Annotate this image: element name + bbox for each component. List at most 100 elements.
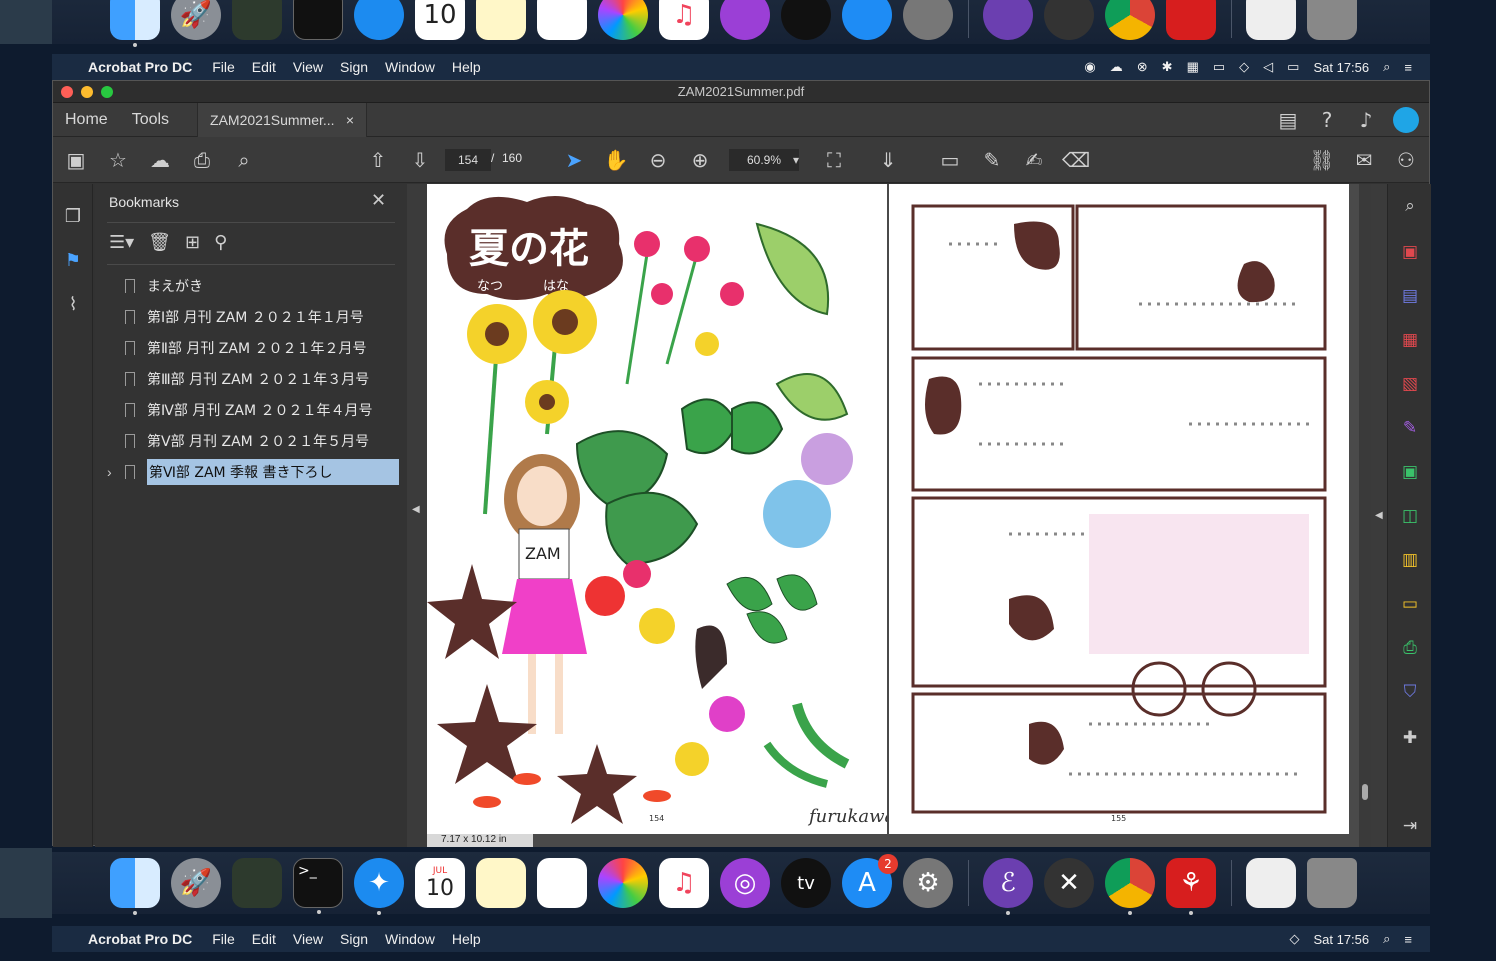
music-icon[interactable]: ♫ [659, 858, 709, 908]
menu-edit[interactable]: Edit [252, 931, 276, 947]
terminal-icon[interactable]: >_ [293, 858, 343, 914]
tab-document[interactable]: ZAM2021Summer... × [197, 102, 368, 137]
collapse-rail-icon[interactable]: ⇥ [1398, 814, 1422, 838]
bookmark-item[interactable]: 第Ⅴ部 月刊 ZAM ２０２１年５月号 [125, 429, 369, 453]
status-icon[interactable]: ☁ [1110, 59, 1123, 75]
menu-view[interactable]: View [293, 59, 323, 75]
chevron-left-icon[interactable]: ◀ [412, 504, 420, 515]
comment-tool-icon[interactable]: ▭ [1398, 592, 1422, 616]
volume-icon[interactable]: ◁ [1263, 59, 1273, 75]
comment-bubble-icon[interactable]: ▤ [1275, 107, 1301, 133]
next-page-icon[interactable]: ⇩ [407, 147, 433, 173]
menu-help[interactable]: Help [452, 59, 481, 75]
app-menu[interactable]: Acrobat Pro DC [88, 59, 192, 75]
reminders-icon[interactable] [537, 0, 587, 40]
options-menu-icon[interactable]: ☰▾ [109, 232, 134, 253]
wifi-icon[interactable]: ◇ [1239, 59, 1249, 75]
vertical-scrollbar[interactable] [1359, 184, 1371, 847]
page-fit-icon[interactable]: ⛶ [821, 147, 847, 173]
erase-icon[interactable]: ⌫ [1062, 147, 1090, 173]
photos-icon[interactable] [598, 858, 648, 908]
edit-pdf-icon[interactable]: ▣ [1398, 460, 1422, 484]
menu-file[interactable]: File [212, 59, 235, 75]
appletv-icon[interactable] [781, 0, 831, 40]
export-pdf-icon[interactable]: ▧ [1398, 372, 1422, 396]
print-production-icon[interactable]: ⎙ [1398, 636, 1422, 660]
emacs-icon[interactable]: ℰ [983, 858, 1033, 915]
cloud-upload-icon[interactable]: ☁ [147, 147, 173, 173]
chevron-left-icon[interactable]: ◀ [1375, 510, 1383, 521]
menu-window[interactable]: Window [385, 931, 435, 947]
menu-sign[interactable]: Sign [340, 931, 368, 947]
safari-icon[interactable] [354, 0, 404, 40]
safari-icon[interactable]: ✦ [354, 858, 404, 915]
notes-icon[interactable] [476, 0, 526, 40]
fill-sign-icon[interactable]: ✎ [1398, 416, 1422, 440]
status-icon[interactable]: ◉ [1084, 59, 1095, 75]
new-bookmark-icon[interactable]: ⊞ [185, 232, 200, 253]
music-icon[interactable]: ♫ [659, 0, 709, 40]
send-for-review-icon[interactable]: ▥ [1398, 548, 1422, 572]
more-tools-icon[interactable]: ✚ [1398, 726, 1422, 750]
bookmark-item[interactable]: 第Ⅱ部 月刊 ZAM ２０２１年２月号 [125, 336, 367, 360]
expand-chevron-icon[interactable]: › [107, 464, 112, 480]
launchpad-icon[interactable]: 🚀 [171, 0, 221, 40]
calendar-icon[interactable]: 10 [415, 0, 465, 40]
menu-help[interactable]: Help [452, 931, 481, 947]
trash-icon[interactable] [1307, 0, 1357, 40]
system-preferences-icon[interactable]: ⚙ [903, 858, 953, 908]
bookmark-item[interactable]: 第Ⅲ部 月刊 ZAM ２０２１年３月号 [125, 367, 369, 391]
trash-icon[interactable] [1307, 858, 1357, 908]
menu-sign[interactable]: Sign [340, 59, 368, 75]
appletv-icon[interactable]: tv [781, 858, 831, 908]
document-stack-icon[interactable] [1246, 858, 1296, 908]
scroll-mode-icon[interactable]: ⇓ [875, 147, 901, 173]
create-pdf-icon[interactable]: ▣ [1398, 240, 1422, 264]
podcasts-icon[interactable] [720, 0, 770, 40]
notification-center-icon[interactable]: ≡ [1404, 60, 1412, 75]
zoom-search-icon[interactable]: ⌕ [1398, 194, 1422, 218]
bookmark-item[interactable]: まえがき [125, 274, 203, 298]
battery-icon[interactable]: ▭ [1287, 59, 1299, 75]
menu-window[interactable]: Window [385, 59, 435, 75]
calendar-icon[interactable]: JUL 10 [415, 858, 465, 908]
menu-edit[interactable]: Edit [252, 59, 276, 75]
keyboard-icon[interactable]: ▦ [1187, 59, 1199, 75]
save-icon[interactable]: ▣ [63, 147, 89, 173]
bookmark-item[interactable]: 第Ⅳ部 月刊 ZAM ２０２１年４月号 [125, 398, 373, 422]
document-stack-icon[interactable] [1246, 0, 1296, 40]
email-icon[interactable]: ✉ [1351, 147, 1377, 173]
podcasts-icon[interactable]: ◎ [720, 858, 770, 908]
dock-stack-left[interactable] [0, 0, 52, 44]
highlight-pen-icon[interactable]: ✎ [979, 147, 1005, 173]
document-view[interactable]: 夏の花 なつ はな ZAM furukawa 154 155 7.17 x 10… [427, 184, 1359, 847]
notes-icon[interactable] [476, 858, 526, 908]
xquartz-icon[interactable] [1044, 0, 1094, 40]
zoom-in-icon[interactable]: ⊕ [687, 147, 713, 173]
dock-stack-left[interactable] [0, 848, 52, 918]
finder-icon[interactable] [110, 858, 160, 915]
acrobat-icon[interactable] [1166, 0, 1216, 40]
notification-bell-icon[interactable]: ♪ [1353, 107, 1379, 133]
find-bookmark-icon[interactable]: ⚲ [214, 232, 227, 253]
search-icon[interactable]: ⌕ [1383, 931, 1390, 947]
bookmark-star-icon[interactable]: ☆ [105, 147, 131, 173]
finder-icon[interactable] [110, 0, 160, 47]
select-cursor-icon[interactable]: ➤ [561, 147, 587, 173]
tab-close-icon[interactable]: × [346, 112, 354, 128]
clock[interactable]: Sat 17:56 [1313, 60, 1369, 75]
attachments-icon[interactable]: ⌇ [61, 292, 85, 316]
appstore-icon[interactable]: A2 [842, 854, 898, 908]
clock[interactable]: Sat 17:56 [1313, 932, 1369, 947]
add-user-icon[interactable]: ⚇ [1393, 147, 1419, 173]
bookmark-item[interactable]: 第Ⅰ部 月刊 ZAM ２０２１年１月号 [125, 305, 364, 329]
page-thumbnails-icon[interactable]: ❐ [61, 204, 85, 228]
scroll-thumb[interactable] [1362, 784, 1368, 800]
menu-file[interactable]: File [212, 931, 235, 947]
migration-icon[interactable] [232, 858, 282, 908]
search-icon[interactable]: ⌕ [1383, 59, 1390, 75]
close-icon[interactable]: ✕ [371, 190, 386, 211]
page-number-input[interactable]: 154 [445, 149, 491, 171]
right-panel-toggle[interactable]: ◀ [1371, 184, 1387, 847]
panel-collapse-handle[interactable]: ◀ [407, 184, 427, 847]
